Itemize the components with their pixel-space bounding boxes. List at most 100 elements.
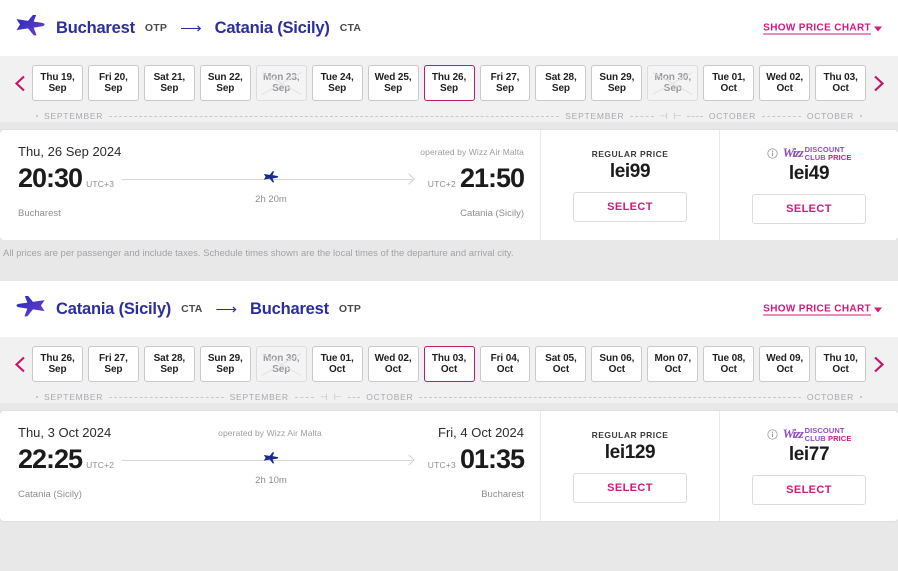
month-ruler-line — [294, 396, 314, 398]
date-card-month: Sep — [104, 364, 123, 375]
operated-by-label: operated by Wizz Air Malta — [218, 428, 322, 438]
date-card-month: Sep — [663, 83, 682, 94]
date-card-day: Tue 01, — [712, 71, 746, 83]
chevron-right-icon[interactable] — [866, 66, 890, 100]
plane-right-icon — [14, 15, 47, 41]
regular-price-amount: lei129 — [604, 441, 656, 463]
date-card-sun29-sep[interactable]: Sun 29, Sep — [199, 346, 251, 382]
wizz-discount-club-logo: Wizz DISCOUNT CLUB PRICE — [783, 427, 852, 442]
arrival-utc-offset: UTC+2 — [427, 179, 456, 189]
arrival-utc-offset: UTC+3 — [427, 460, 456, 470]
flight-times: 20:30 UTC+3 2h 20m UTC+2 21:50 — [18, 163, 525, 205]
date-card-month: Sep — [607, 83, 626, 94]
month-ruler-tick: ⊢ — [333, 391, 342, 402]
date-card-day: Sat 05, — [545, 352, 577, 364]
month-ruler-label: OCTOBER — [806, 392, 855, 402]
month-ruler-line — [109, 396, 224, 398]
wizz-wordmark: Wizz — [782, 426, 804, 441]
date-card-thu19-sep[interactable]: Thu 19, Sep — [32, 65, 83, 101]
month-ruler-label: SEPTEMBER — [44, 111, 104, 121]
date-card-tue24-sep[interactable]: Tue 24, Sep — [311, 65, 363, 101]
month-ruler-tick: ⊢ — [673, 110, 682, 121]
month-ruler-label: SEPTEMBER — [44, 392, 104, 402]
date-card-sun22-sep[interactable]: Sun 22, Sep — [199, 65, 251, 101]
origin-city-label: Bucharest — [56, 18, 135, 37]
origin-code-label: CTA — [181, 303, 203, 315]
date-card-day: Sat 21, — [153, 71, 186, 83]
show-price-chart-link[interactable]: SHOW PRICE CHART — [763, 304, 882, 315]
date-card-day: Mon 30, — [262, 352, 300, 364]
date-card-thu03-oct[interactable]: Thu 03, Oct — [815, 65, 867, 101]
date-card-thu03-oct[interactable]: Thu 03, Oct — [423, 346, 475, 382]
date-card-thu26-sep[interactable]: Thu 26, Sep — [32, 346, 83, 382]
date-card-mon07-oct[interactable]: Mon 07, Oct — [647, 346, 699, 382]
departure-time: 22:25 — [18, 444, 83, 474]
date-card-month: Sep — [495, 83, 514, 94]
month-ruler: SEPTEMBER SEPTEMBER ⊣ ⊢ OCTOBER OCTOBER — [0, 386, 898, 408]
date-card-mon23-sep: Mon 23, Sep — [255, 65, 307, 101]
month-ruler-label: OCTOBER — [708, 111, 757, 121]
select-discount-button[interactable]: SELECT — [752, 475, 866, 506]
discount-price-amount: lei77 — [788, 444, 830, 466]
date-card-tue01-oct[interactable]: Tue 01, Oct — [311, 346, 363, 382]
chevron-right-icon[interactable] — [866, 347, 890, 381]
date-card-sun29-sep[interactable]: Sun 29, Sep — [591, 65, 643, 101]
date-card-wed02-oct[interactable]: Wed 02, Oct — [759, 65, 811, 101]
date-card-sat28-sep[interactable]: Sat 28, Sep — [535, 65, 587, 101]
date-card-day: Fri 27, — [99, 352, 128, 364]
date-card-sun06-oct[interactable]: Sun 06, Oct — [591, 346, 643, 382]
date-selector-strip: Thu 19, Sep Fri 20, Sep Sat 21, Sep Sun 22, Sep… — [0, 56, 898, 122]
flight-leg-outbound: Bucharest OTP ⟶ Catania (Sicily) CTA SHOW PRI… — [0, 0, 898, 281]
select-regular-button[interactable]: SELECT — [573, 472, 687, 503]
club-price-line: CLUB PRICE — [805, 434, 852, 443]
date-card-wed02-oct[interactable]: Wed 02, Oct — [367, 346, 419, 382]
regular-price-column: REGULAR PRICE lei99 SELECT — [540, 130, 719, 240]
date-card-month: Oct — [832, 83, 849, 94]
date-card-sat28-sep[interactable]: Sat 28, Sep — [143, 346, 195, 382]
date-card-day: Fri 04, — [490, 352, 520, 364]
month-ruler-dot — [860, 115, 862, 117]
date-card-sat05-oct[interactable]: Sat 05, Oct — [535, 346, 587, 382]
chevron-left-icon[interactable] — [8, 66, 32, 100]
leg-header-outbound: Bucharest OTP ⟶ Catania (Sicily) CTA SHOW PRI… — [0, 0, 898, 56]
date-card-day: Wed 25, — [374, 71, 412, 83]
date-card-month: Sep — [160, 364, 179, 375]
chevron-down-icon — [874, 307, 882, 313]
date-card-month: Oct — [832, 364, 849, 375]
select-regular-button[interactable]: SELECT — [573, 191, 687, 222]
date-card-tue08-oct[interactable]: Tue 08, Oct — [703, 346, 755, 382]
month-ruler-label: SEPTEMBER — [229, 392, 289, 402]
date-card-tue01-oct[interactable]: Tue 01, Oct — [703, 65, 755, 101]
date-card-fri27-sep[interactable]: Fri 27, Sep — [479, 65, 531, 101]
plane-left-icon — [14, 296, 47, 322]
date-card-fri27-sep[interactable]: Fri 27, Sep — [87, 346, 139, 382]
regular-price-column: REGULAR PRICE lei129 SELECT — [540, 411, 719, 521]
flight-path: 2h 10m — [122, 447, 420, 486]
date-card-fri20-sep[interactable]: Fri 20, Sep — [87, 65, 139, 101]
info-icon[interactable] — [766, 429, 778, 440]
date-card-thu26-sep[interactable]: Thu 26, Sep — [423, 65, 475, 101]
route-summary: Catania (Sicily) CTA ⟶ Bucharest OTP — [14, 296, 361, 322]
date-card-month: Sep — [272, 83, 291, 94]
date-card-fri04-oct[interactable]: Fri 04, Oct — [479, 346, 531, 382]
flight-result-wrap: Thu, 26 Sep 2024 operated by Wizz Air Mal… — [0, 130, 898, 281]
info-icon[interactable] — [766, 148, 778, 159]
route-arrow-icon: ⟶ — [215, 300, 238, 318]
date-card-day: Thu 03, — [823, 71, 858, 83]
section-gap — [0, 259, 898, 281]
flight-result-card: Thu, 26 Sep 2024 operated by Wizz Air Mal… — [0, 130, 898, 240]
select-discount-button[interactable]: SELECT — [752, 194, 866, 225]
date-card-month: Oct — [496, 364, 514, 375]
date-card-thu10-oct[interactable]: Thu 10, Oct — [815, 346, 867, 382]
flight-info: operated by Wizz Air Malta Thu, 3 Oct 202… — [0, 411, 540, 521]
month-ruler-tick: ⊣ — [659, 110, 668, 121]
date-card-wed25-sep[interactable]: Wed 25, Sep — [367, 65, 419, 101]
month-ruler-line — [347, 396, 361, 398]
show-price-chart-link[interactable]: SHOW PRICE CHART — [763, 23, 882, 34]
date-card-wed09-oct[interactable]: Wed 09, Oct — [759, 346, 811, 382]
date-card-month: Oct — [328, 364, 346, 375]
date-card-day: Tue 24, — [320, 71, 354, 83]
date-card-sat21-sep[interactable]: Sat 21, Sep — [143, 65, 195, 101]
chevron-left-icon[interactable] — [8, 347, 32, 381]
origin-airport-city: Bucharest — [18, 208, 61, 219]
